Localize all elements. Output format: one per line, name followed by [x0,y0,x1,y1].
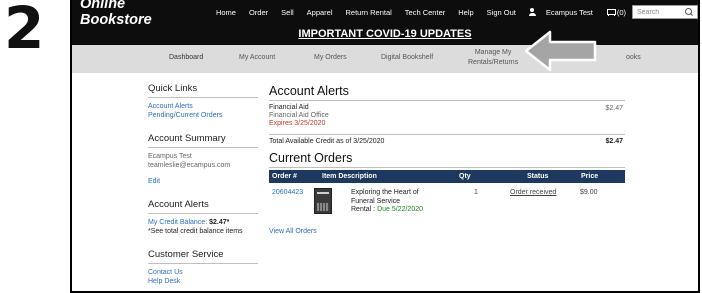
search-icon[interactable] [685,8,693,16]
quick-link-pending-orders[interactable]: Pending/Current Orders [148,111,258,120]
sidebar: Quick Links Account Alerts Pending/Curre… [148,83,258,286]
covid-banner: IMPORTANT COVID-19 UPDATES [72,24,698,45]
rental-label: Rental : [351,206,378,213]
book-cover-image[interactable] [314,188,332,214]
account-email: teamleslie@ecampus.com [148,162,231,169]
main-nav: Home Order Sell Apparel Return Rental Te… [216,8,626,17]
view-all-orders-link[interactable]: View All Orders [269,228,625,235]
alert-source: Financial Aid Office [269,112,329,119]
total-credit-amount: $2.47 [605,138,623,145]
user-icon[interactable] [528,8,536,16]
tab-manage-rentals-line2: Rentals/Returns [468,59,519,66]
covid-updates-link[interactable]: IMPORTANT COVID-19 UPDATES [298,28,471,40]
search-input[interactable] [637,8,685,16]
table-row: 20604423 Exploring the Heart of Funeral … [269,183,625,227]
customer-service-heading: Customer Service [148,249,258,264]
item-title-line2[interactable]: Funeral Service [351,198,461,207]
credit-balance-label[interactable]: My Credit Balance: [148,219,209,226]
credit-balance: My Credit Balance: $2.47* [148,218,258,227]
search-box [632,5,698,19]
due-date: Due 5/22/2020 [377,206,424,213]
contact-us-link[interactable]: Contact Us [148,268,258,277]
tab-dashboard[interactable]: Dashboard [169,54,203,61]
nav-home[interactable]: Home [216,8,236,17]
tab-my-orders[interactable]: My Orders [314,54,347,61]
main-content: Account Alerts Financial Aid Financial A… [269,84,625,235]
total-credit-label: Total Available Credit as of 3/25/2020 [269,138,385,145]
col-status: Status [527,173,549,180]
item-description: Exploring the Heart of Funeral Service R… [351,189,461,215]
order-status-link[interactable]: Order received [510,189,556,196]
tab-manage-rentals-line1: Manage My [474,49,512,56]
alert-item: Financial Aid Financial Aid Office Expir… [269,101,625,134]
nav-order[interactable]: Order [249,8,268,17]
col-qty: Qty [459,173,471,180]
quick-links-heading: Quick Links [148,83,258,98]
help-desk-link[interactable]: Help Desk [148,277,258,286]
top-navigation-bar: Online Bookstore Home Order Sell Apparel… [72,0,698,28]
edit-account-link[interactable]: Edit [148,177,258,186]
tab-manage-rentals[interactable]: Manage My Rentals/Returns [468,48,518,68]
cart-count[interactable]: (0) [617,8,626,17]
quick-link-account-alerts[interactable]: Account Alerts [148,102,258,111]
item-price: $9.00 [580,189,598,196]
item-qty: 1 [474,189,478,196]
alert-expires: Expires 3/25/2020 [269,120,326,127]
rental-due: Rental : Due 5/22/2020 [351,206,461,215]
credit-balance-note: *See total credit balance items [148,228,243,235]
nav-help[interactable]: Help [458,8,473,17]
step-number: 2 [4,0,44,62]
current-orders-heading: Current Orders [269,151,625,168]
nav-sell[interactable]: Sell [281,8,294,17]
nav-tech-center[interactable]: Tech Center [405,8,445,17]
brand-logo[interactable]: Online Bookstore [80,0,158,28]
nav-return-rental[interactable]: Return Rental [346,8,392,17]
alert-amount: $2.47 [605,105,623,112]
browser-frame: Online Bookstore Home Order Sell Apparel… [70,0,700,293]
nav-user-name[interactable]: Ecampus Test [546,8,593,17]
item-title-line1[interactable]: Exploring the Heart of [351,189,461,198]
alert-title: Financial Aid [269,104,309,111]
tab-my-account[interactable]: My Account [239,54,275,61]
col-price: Price [581,173,599,180]
col-item-description: Item Description [322,173,377,180]
account-alerts-heading: Account Alerts [269,84,625,101]
account-name: Ecampus Test [148,153,192,160]
tab-ebooks[interactable]: ooks [626,54,641,61]
total-credit-row: Total Available Credit as of 3/25/2020 $… [269,134,625,147]
nav-sign-out[interactable]: Sign Out [487,8,516,17]
cart-icon[interactable] [606,8,616,16]
nav-apparel[interactable]: Apparel [307,8,333,17]
tab-digital-bookshelf[interactable]: Digital Bookshelf [381,54,433,61]
account-alerts-side-heading: Account Alerts [148,199,258,214]
arrow-pointer-icon [524,30,597,72]
account-summary-heading: Account Summary [148,133,258,148]
order-number-link[interactable]: 20604423 [272,189,303,196]
col-order-number: Order # [272,173,297,180]
dashboard-subnav: Dashboard My Account My Orders Digital B… [72,45,698,73]
orders-table-header: Order # Item Description Qty Status Pric… [269,170,625,183]
credit-balance-value: $2.47* [209,219,230,226]
